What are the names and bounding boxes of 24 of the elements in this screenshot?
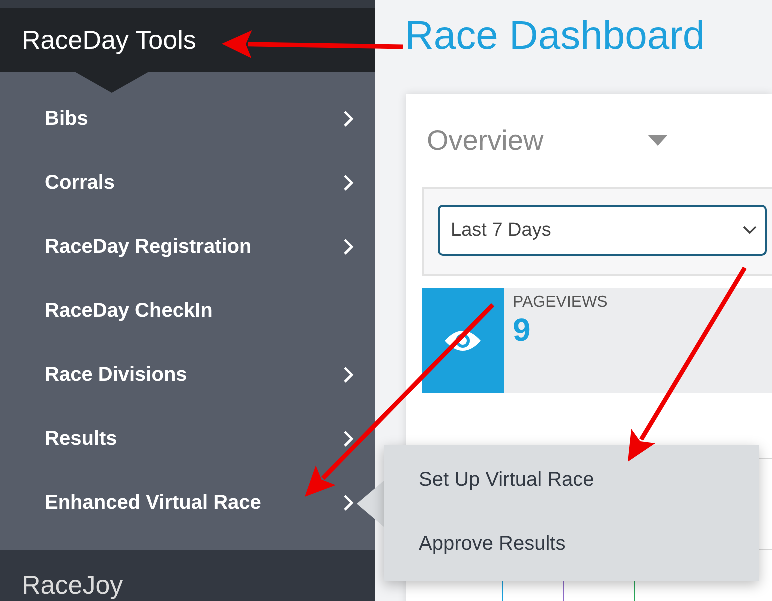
chevron-right-icon — [343, 366, 355, 384]
chevron-right-icon — [343, 238, 355, 256]
sidebar-item[interactable]: Race Divisions — [0, 343, 375, 407]
sidebar-item[interactable]: Results — [0, 407, 375, 471]
sidebar-item[interactable]: Bibs — [0, 87, 375, 151]
submenu-item[interactable]: Approve Results — [384, 512, 759, 576]
sidebar-item[interactable]: RaceDay Registration — [0, 215, 375, 279]
chevron-down-icon — [743, 226, 757, 235]
chevron-right-icon — [343, 494, 355, 512]
chevron-right-icon — [343, 110, 355, 128]
submenu-item[interactable]: Set Up Virtual Race — [384, 448, 759, 512]
stat-value: 9 — [513, 312, 532, 349]
eye-icon — [444, 328, 482, 352]
date-range-select[interactable]: Last 7 Days — [438, 205, 767, 256]
sidebar-item[interactable]: Enhanced Virtual Race — [0, 471, 375, 535]
caret-icon[interactable] — [648, 135, 668, 146]
page-title: Race Dashboard — [405, 13, 706, 60]
chevron-right-icon — [343, 430, 355, 448]
chevron-right-icon — [343, 174, 355, 192]
stat-label: PAGEVIEWS — [513, 294, 608, 312]
sidebar-item[interactable]: Corrals — [0, 151, 375, 215]
sidebar-item[interactable]: RaceDay CheckIn — [0, 279, 375, 343]
section-heading[interactable]: RaceJoy — [22, 570, 124, 601]
card-title: Overview — [427, 124, 544, 156]
